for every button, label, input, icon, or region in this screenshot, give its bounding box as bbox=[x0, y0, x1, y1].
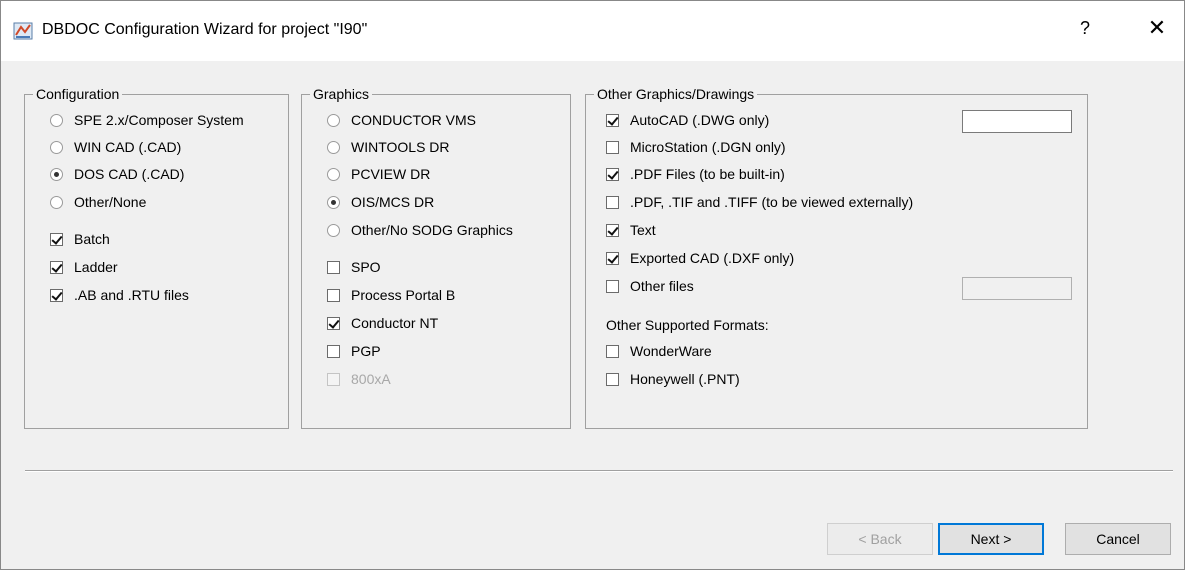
checkbox-checked-icon bbox=[606, 223, 619, 237]
radio-button-selected-icon bbox=[327, 195, 340, 209]
checkbox-icon bbox=[606, 344, 619, 358]
checkbox-label: .PDF Files (to be built-in) bbox=[630, 166, 785, 182]
checkbox-checked-icon bbox=[606, 251, 619, 265]
checkbox-icon bbox=[327, 260, 340, 274]
radio-wintools-dr[interactable]: WINTOOLS DR bbox=[327, 137, 450, 157]
radio-label: PCVIEW DR bbox=[351, 166, 431, 182]
app-icon bbox=[13, 22, 33, 40]
checkbox-text[interactable]: Text bbox=[606, 220, 656, 240]
checkbox-exported-cad[interactable]: Exported CAD (.DXF only) bbox=[606, 248, 794, 268]
radio-win-cad[interactable]: WIN CAD (.CAD) bbox=[50, 137, 181, 157]
checkbox-checked-icon bbox=[606, 167, 619, 181]
checkbox-label: Exported CAD (.DXF only) bbox=[630, 250, 795, 266]
radio-other-no-sodg[interactable]: Other/No SODG Graphics bbox=[327, 220, 513, 240]
checkbox-label: Other files bbox=[630, 278, 694, 294]
radio-label: DOS CAD (.CAD) bbox=[74, 166, 185, 182]
help-button[interactable]: ? bbox=[1073, 18, 1097, 39]
checkbox-label: Ladder bbox=[74, 259, 118, 275]
checkbox-autocad[interactable]: AutoCAD (.DWG only) bbox=[606, 110, 769, 130]
checkbox-other-files[interactable]: Other files bbox=[606, 276, 694, 296]
footer-separator bbox=[25, 470, 1173, 472]
radio-other-none[interactable]: Other/None bbox=[50, 192, 146, 212]
checkbox-label: WonderWare bbox=[630, 343, 712, 359]
radio-button-icon bbox=[327, 140, 340, 154]
checkbox-icon bbox=[327, 288, 340, 302]
checkbox-pdf-built-in[interactable]: .PDF Files (to be built-in) bbox=[606, 164, 785, 184]
other-graphics-group: Other Graphics/Drawings AutoCAD (.DWG on… bbox=[585, 86, 1088, 429]
radio-button-icon bbox=[327, 223, 340, 237]
radio-button-selected-icon bbox=[50, 167, 63, 181]
other-files-field bbox=[962, 277, 1072, 300]
checkbox-spo[interactable]: SPO bbox=[327, 257, 381, 277]
checkbox-checked-icon bbox=[50, 288, 63, 302]
checkbox-icon bbox=[606, 372, 619, 386]
next-button[interactable]: Next > bbox=[938, 523, 1044, 555]
radio-label: WINTOOLS DR bbox=[351, 139, 450, 155]
radio-label: CONDUCTOR VMS bbox=[351, 112, 476, 128]
checkbox-ab-rtu-files[interactable]: .AB and .RTU files bbox=[50, 285, 189, 305]
checkbox-microstation[interactable]: MicroStation (.DGN only) bbox=[606, 137, 786, 157]
back-button: < Back bbox=[827, 523, 933, 555]
cancel-button[interactable]: Cancel bbox=[1065, 523, 1171, 555]
checkbox-label: .PDF, .TIF and .TIFF (to be viewed exter… bbox=[630, 194, 914, 210]
radio-label: SPE 2.x/Composer System bbox=[74, 112, 244, 128]
checkbox-checked-icon bbox=[50, 232, 63, 246]
checkbox-conductor-nt[interactable]: Conductor NT bbox=[327, 313, 438, 333]
radio-pcview-dr[interactable]: PCVIEW DR bbox=[327, 164, 430, 184]
graphics-legend: Graphics bbox=[310, 86, 373, 102]
checkbox-checked-icon bbox=[327, 316, 340, 330]
radio-button-icon bbox=[50, 140, 63, 154]
checkbox-label: Honeywell (.PNT) bbox=[630, 371, 740, 387]
checkbox-icon bbox=[606, 140, 619, 154]
radio-label: WIN CAD (.CAD) bbox=[74, 139, 182, 155]
checkbox-ladder[interactable]: Ladder bbox=[50, 257, 118, 277]
other-graphics-legend: Other Graphics/Drawings bbox=[594, 86, 758, 102]
checkbox-label: AutoCAD (.DWG only) bbox=[630, 112, 770, 128]
checkbox-label: 800xA bbox=[351, 371, 391, 387]
checkbox-checked-icon bbox=[50, 260, 63, 274]
checkbox-process-portal-b[interactable]: Process Portal B bbox=[327, 285, 455, 305]
checkbox-label: MicroStation (.DGN only) bbox=[630, 139, 786, 155]
checkbox-pdf-tif-external[interactable]: .PDF, .TIF and .TIFF (to be viewed exter… bbox=[606, 192, 913, 212]
title-bar: DBDOC Configuration Wizard for project "… bbox=[1, 1, 1184, 61]
checkbox-pgp[interactable]: PGP bbox=[327, 341, 381, 361]
checkbox-label: Conductor NT bbox=[351, 315, 439, 331]
radio-label: Other/No SODG Graphics bbox=[351, 222, 513, 238]
radio-spe-composer[interactable]: SPE 2.x/Composer System bbox=[50, 110, 244, 130]
radio-label: OIS/MCS DR bbox=[351, 194, 435, 210]
radio-button-icon bbox=[50, 195, 63, 209]
checkbox-checked-icon bbox=[606, 113, 619, 127]
radio-button-icon bbox=[327, 113, 340, 127]
radio-dos-cad[interactable]: DOS CAD (.CAD) bbox=[50, 164, 184, 184]
radio-button-icon bbox=[50, 113, 63, 127]
checkbox-batch[interactable]: Batch bbox=[50, 229, 110, 249]
close-button[interactable]: ✕ bbox=[1142, 15, 1172, 41]
checkbox-label: .AB and .RTU files bbox=[74, 287, 189, 303]
autocad-path-field[interactable] bbox=[962, 110, 1072, 133]
wizard-window: DBDOC Configuration Wizard for project "… bbox=[0, 0, 1185, 570]
checkbox-icon bbox=[606, 195, 619, 209]
checkbox-icon bbox=[606, 279, 619, 293]
window-title: DBDOC Configuration Wizard for project "… bbox=[42, 21, 368, 38]
checkbox-label: PGP bbox=[351, 343, 381, 359]
checkbox-icon bbox=[327, 344, 340, 358]
configuration-group: Configuration SPE 2.x/Composer System WI… bbox=[24, 86, 289, 429]
checkbox-label: Batch bbox=[74, 231, 110, 247]
checkbox-label: Process Portal B bbox=[351, 287, 456, 303]
radio-label: Other/None bbox=[74, 194, 147, 210]
other-supported-formats-heading: Other Supported Formats: bbox=[606, 317, 769, 333]
checkbox-800xa: 800xA bbox=[327, 369, 391, 389]
radio-conductor-vms[interactable]: CONDUCTOR VMS bbox=[327, 110, 476, 130]
graphics-group: Graphics CONDUCTOR VMS WINTOOLS DR PCVIE… bbox=[301, 86, 571, 429]
checkbox-disabled-icon bbox=[327, 372, 340, 386]
checkbox-honeywell[interactable]: Honeywell (.PNT) bbox=[606, 369, 740, 389]
radio-ois-mcs-dr[interactable]: OIS/MCS DR bbox=[327, 192, 434, 212]
radio-button-icon bbox=[327, 167, 340, 181]
checkbox-label: Text bbox=[630, 222, 656, 238]
checkbox-label: SPO bbox=[351, 259, 381, 275]
checkbox-wonderware[interactable]: WonderWare bbox=[606, 341, 712, 361]
configuration-legend: Configuration bbox=[33, 86, 123, 102]
